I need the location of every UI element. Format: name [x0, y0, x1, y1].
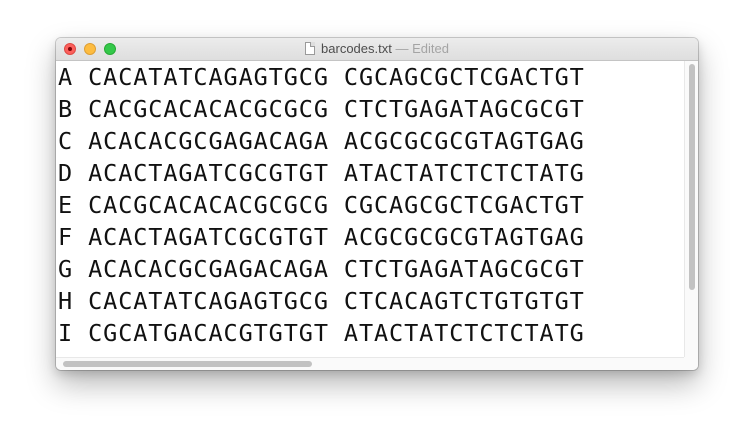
text-line[interactable]: A CACATATCAGAGTGCG CGCAGCGCTCGACTGT: [58, 61, 585, 93]
vertical-scrollbar[interactable]: [684, 61, 698, 357]
horizontal-scrollbar-thumb[interactable]: [63, 361, 312, 367]
text-line[interactable]: B CACGCACACACGCGCG CTCTGAGATAGCGCGT: [58, 93, 585, 125]
vertical-scrollbar-thumb[interactable]: [689, 64, 695, 290]
title-bar[interactable]: barcodes.txt — Edited: [56, 38, 698, 61]
text-line[interactable]: F ACACTAGATCGCGTGT ACGCGCGCGTAGTGAG: [58, 221, 585, 253]
text-editor-window: barcodes.txt — Edited A CACATATCAGAGTGCG…: [56, 38, 698, 370]
text-line[interactable]: E CACGCACACACGCGCG CGCAGCGCTCGACTGT: [58, 189, 585, 221]
text-line[interactable]: D ACACTAGATCGCGTGT ATACTATCTCTCTATG: [58, 157, 585, 189]
edited-indicator[interactable]: — Edited: [392, 41, 448, 56]
text-line[interactable]: G ACACACGCGAGACAGA CTCTGAGATAGCGCGT: [58, 253, 585, 285]
text-line[interactable]: C ACACACGCGAGACAGA ACGCGCGCGTAGTGAG: [58, 125, 585, 157]
text-line[interactable]: I CGCATGACACGTGTGT ATACTATCTCTCTATG: [58, 317, 585, 349]
horizontal-scrollbar[interactable]: [56, 357, 684, 370]
text-editor-content[interactable]: A CACATATCAGAGTGCG CGCAGCGCTCGACTGT B CA…: [56, 61, 684, 357]
text-line[interactable]: H CACATATCAGAGTGCG CTCACAGTCTGTGTGT: [58, 285, 585, 317]
scrollbar-corner: [684, 357, 698, 370]
window-title: barcodes.txt — Edited: [56, 41, 698, 57]
window-filename: barcodes.txt: [321, 41, 392, 56]
document-icon[interactable]: [305, 42, 316, 55]
